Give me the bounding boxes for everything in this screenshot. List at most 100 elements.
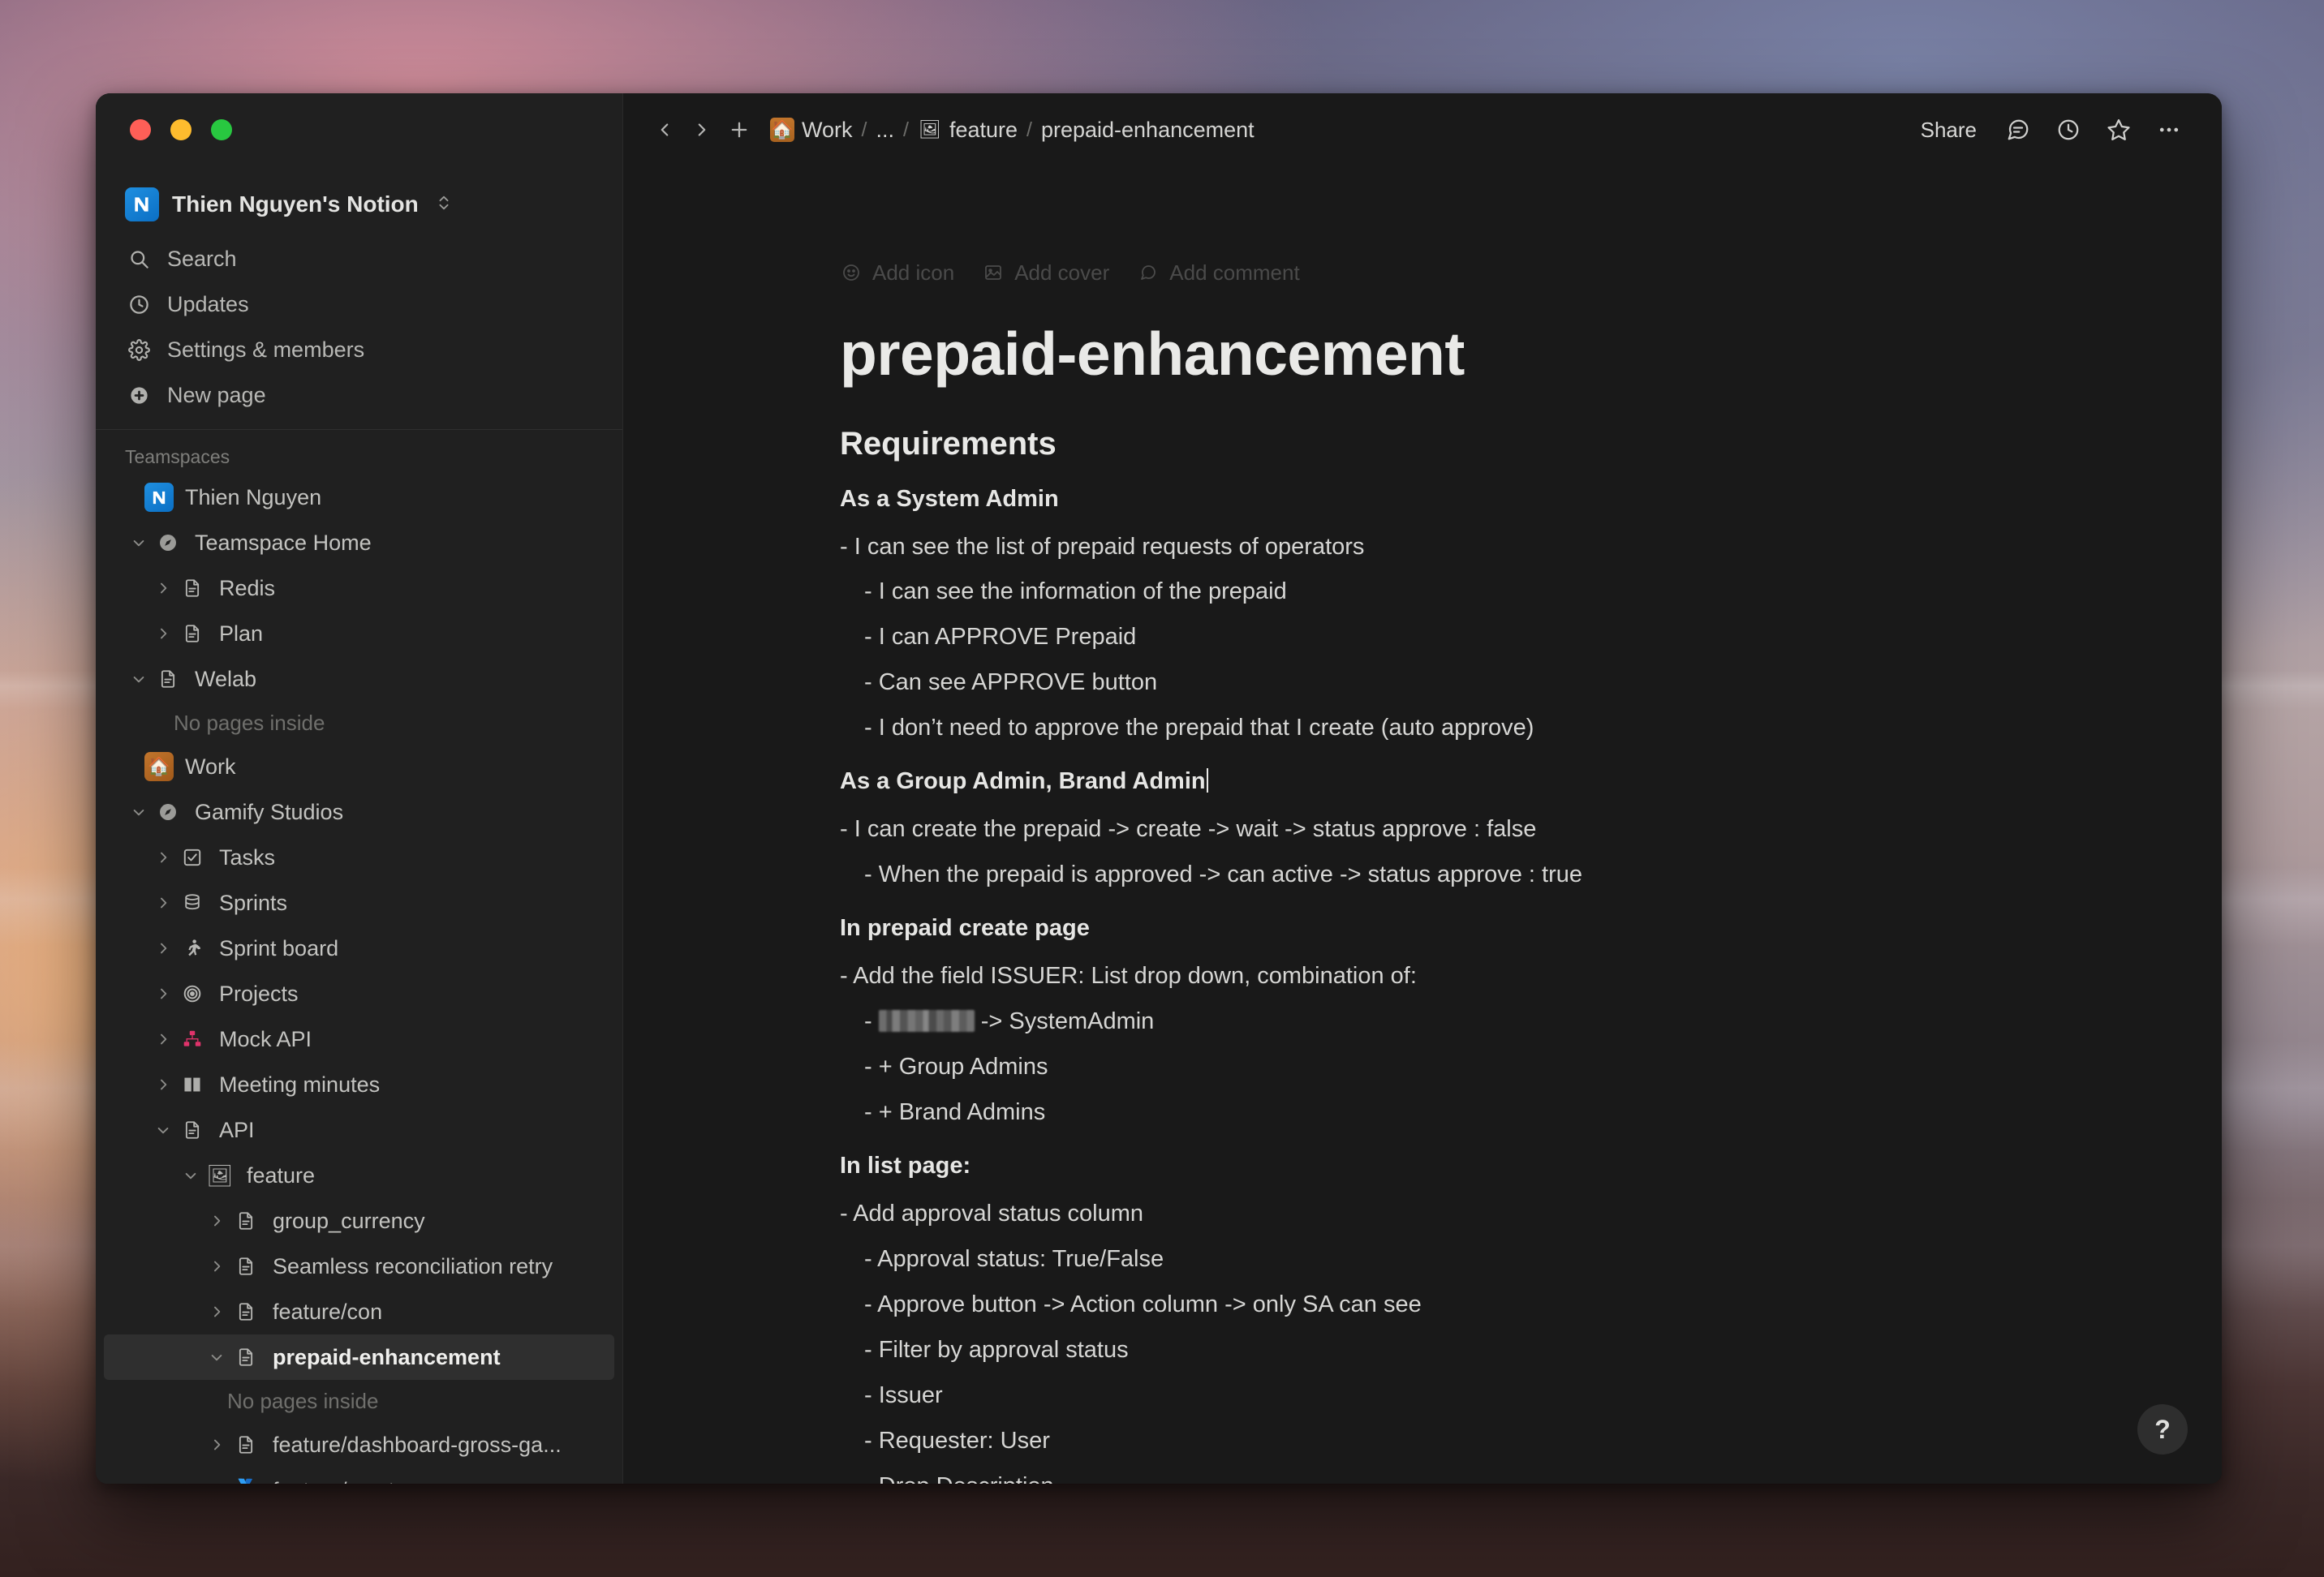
paragraph-line[interactable]: - Can see APPROVE button: [840, 664, 2023, 701]
paragraph-bold[interactable]: In prepaid create page: [840, 911, 2023, 945]
chevron-right-icon[interactable]: [203, 1304, 230, 1320]
chevron-down-icon[interactable]: [149, 1122, 177, 1138]
paragraph-bold[interactable]: As a System Admin: [840, 482, 2023, 516]
breadcrumb-item-current-page[interactable]: prepaid-enhancement: [1034, 114, 1262, 147]
sidebar-item-new-page[interactable]: New page: [104, 372, 614, 418]
add-icon-button[interactable]: Add icon: [840, 260, 954, 286]
chevron-right-icon[interactable]: [149, 849, 177, 866]
chevron-right-icon[interactable]: [149, 940, 177, 956]
chevron-right-icon[interactable]: [149, 1031, 177, 1047]
paragraph-bold[interactable]: In list page:: [840, 1149, 2023, 1183]
forward-button[interactable]: [683, 111, 721, 148]
tree-item-tasks[interactable]: Tasks: [104, 835, 614, 880]
breadcrumb-item-ellipsis[interactable]: ...: [868, 114, 902, 147]
back-button[interactable]: [646, 111, 683, 148]
heading-requirements[interactable]: Requirements: [840, 423, 2023, 464]
chevron-down-icon[interactable]: [125, 671, 153, 687]
sidebar-item-updates[interactable]: Updates: [104, 281, 614, 327]
page-scroll-container[interactable]: Add icon Add cover: [623, 166, 2222, 1484]
tree-item-prepaid-enhancement[interactable]: prepaid-enhancement: [104, 1334, 614, 1380]
more-horizontal-icon[interactable]: [2149, 110, 2189, 150]
chevron-right-icon[interactable]: [149, 895, 177, 911]
tree-item-label: feature: [247, 1163, 315, 1188]
paragraph-line[interactable]: - I can see the information of the prepa…: [840, 574, 2023, 610]
minimize-window-button[interactable]: [170, 119, 192, 140]
tree-item-feature[interactable]: 🖼feature: [104, 1153, 614, 1198]
tree-item-work[interactable]: 🏠Work: [104, 744, 614, 789]
paragraph-bold[interactable]: As a Group Admin, Brand Admin: [840, 764, 2023, 798]
breadcrumb-item-work[interactable]: 🏠 Work: [763, 114, 860, 147]
paragraph-line[interactable]: - + Brand Admins: [840, 1094, 2023, 1131]
workspace-switcher[interactable]: Thien Nguyen's Notion: [104, 176, 614, 233]
tree-item-mock-api[interactable]: Mock API: [104, 1016, 614, 1062]
close-window-button[interactable]: [130, 119, 151, 140]
breadcrumb-item-feature[interactable]: 🖼 feature: [910, 114, 1025, 147]
help-button[interactable]: ?: [2137, 1404, 2188, 1455]
paragraph-line[interactable]: - I can create the prepaid -> create -> …: [840, 811, 2023, 848]
tree-item-teamspace-home[interactable]: Teamspace Home: [104, 520, 614, 565]
paragraph-line[interactable]: - Requester: User: [840, 1423, 2023, 1459]
maximize-window-button[interactable]: [211, 119, 232, 140]
paragraph-line[interactable]: - When the prepaid is approved -> can ac…: [840, 857, 2023, 893]
chevron-right-icon[interactable]: [149, 1076, 177, 1093]
tree-item-sprints[interactable]: Sprints: [104, 880, 614, 926]
tree-item-label: Projects: [219, 982, 299, 1007]
paragraph-line[interactable]: - Filter by approval status: [840, 1332, 2023, 1369]
tree-item-feature-dashboard-gross-ga[interactable]: feature/dashboard-gross-ga...: [104, 1422, 614, 1467]
paragraph-line[interactable]: - Approve button -> Action column -> onl…: [840, 1287, 2023, 1323]
paragraph-line[interactable]: - I don’t need to approve the prepaid th…: [840, 710, 2023, 746]
paragraph-line[interactable]: - Add the field ISSUER: List drop down, …: [840, 958, 2023, 995]
chevron-right-icon[interactable]: [203, 1258, 230, 1274]
paragraph-line[interactable]: - Approval status: True/False: [840, 1241, 2023, 1278]
chevron-down-icon[interactable]: [125, 535, 153, 551]
tree-item-projects[interactable]: Projects: [104, 971, 614, 1016]
add-cover-button[interactable]: Add cover: [982, 260, 1109, 286]
page-title[interactable]: prepaid-enhancement: [840, 320, 2023, 388]
tree-item-redis[interactable]: Redis: [104, 565, 614, 611]
page-body-blocks: Requirements As a System Admin - I can see…: [840, 423, 2023, 1485]
page-action-label: Add cover: [1014, 260, 1109, 286]
chevron-right-icon[interactable]: [149, 580, 177, 596]
paragraph-line[interactable]: - + Group Admins: [840, 1049, 2023, 1085]
chevron-right-icon[interactable]: [203, 1482, 230, 1484]
tree-item-label: API: [219, 1118, 255, 1143]
star-icon[interactable]: [2098, 110, 2139, 150]
chevron-down-icon[interactable]: [203, 1349, 230, 1365]
tree-item-plan[interactable]: Plan: [104, 611, 614, 656]
chevron-right-icon[interactable]: [149, 986, 177, 1002]
paragraph-text: In list page:: [840, 1153, 970, 1179]
paragraph-line[interactable]: - I can APPROVE Prepaid: [840, 619, 2023, 655]
share-button[interactable]: Share: [1909, 111, 1988, 149]
chevron-right-icon[interactable]: [203, 1213, 230, 1229]
comment-icon[interactable]: [1998, 110, 2038, 150]
tree-item-sprint-board[interactable]: Sprint board: [104, 926, 614, 971]
tree-item-gamify-studios[interactable]: Gamify Studios: [104, 789, 614, 835]
tree-item-seamless-reconciliation-retry[interactable]: Seamless reconciliation retry: [104, 1244, 614, 1289]
paragraph-line[interactable]: - Drop Description: [840, 1468, 2023, 1484]
tree-item-group-currency[interactable]: group_currency: [104, 1198, 614, 1244]
chevron-down-icon[interactable]: [125, 804, 153, 820]
tree-item-thien-nguyen[interactable]: Thien Nguyen: [104, 475, 614, 520]
tree-item-meeting-minutes[interactable]: Meeting minutes: [104, 1062, 614, 1107]
sidebar-item-settings[interactable]: Settings & members: [104, 327, 614, 372]
paragraph-line[interactable]: - Add approval status column: [840, 1196, 2023, 1232]
chevron-right-icon[interactable]: [149, 625, 177, 642]
paragraph-line[interactable]: - I can see the list of prepaid requests…: [840, 529, 2023, 565]
bullet-dash: -: [864, 1008, 879, 1034]
clock-icon[interactable]: [2048, 110, 2089, 150]
sidebar-item-label: New page: [167, 383, 266, 408]
tree-item-feature-crypto-currency[interactable]: 🏅feature/crypto-currency: [104, 1467, 614, 1484]
tree-item-welab[interactable]: Welab: [104, 656, 614, 702]
breadcrumb-label: prepaid-enhancement: [1041, 118, 1255, 143]
tree-item-api[interactable]: API: [104, 1107, 614, 1153]
add-comment-button[interactable]: Add comment: [1137, 260, 1299, 286]
chevron-right-icon[interactable]: [203, 1437, 230, 1453]
chevron-down-icon[interactable]: [177, 1167, 204, 1184]
new-page-button[interactable]: [721, 111, 758, 148]
paragraph-redacted[interactable]: - -> SystemAdmin: [840, 1003, 2023, 1040]
page-action-label: Add comment: [1169, 260, 1299, 286]
sidebar-item-search[interactable]: Search: [104, 236, 614, 281]
paragraph-line[interactable]: - Issuer: [840, 1377, 2023, 1414]
tree-item-feature-con[interactable]: feature/con: [104, 1289, 614, 1334]
window-controls: [96, 93, 623, 166]
